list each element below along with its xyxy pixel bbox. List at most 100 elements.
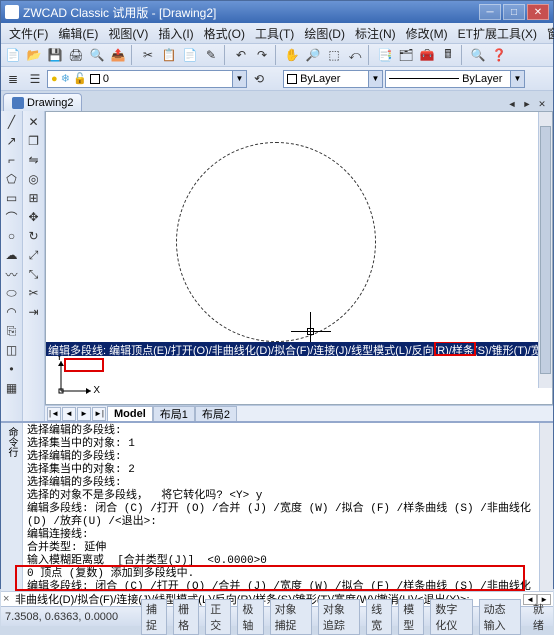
paste-icon[interactable]: 📄	[180, 45, 200, 65]
tab-next2-icon[interactable]: ►	[77, 407, 91, 421]
print-icon[interactable]: 🖨	[66, 45, 86, 65]
copy2-icon[interactable]: ❐	[25, 132, 43, 150]
props-icon[interactable]: 📑	[375, 45, 395, 65]
tab-close-icon[interactable]: ✕	[535, 97, 549, 111]
dc-icon[interactable]: 🗂	[396, 45, 416, 65]
chevron-down-icon[interactable]: ▼	[510, 71, 524, 87]
status-otrack[interactable]: 对象追踪	[318, 599, 360, 635]
tab-prev-icon[interactable]: ◄	[505, 97, 519, 111]
status-polar[interactable]: 极轴	[237, 599, 263, 635]
minimize-button[interactable]: ─	[479, 4, 501, 20]
extend-icon[interactable]: ⇥	[25, 303, 43, 321]
menu-modify[interactable]: 修改(M)	[402, 23, 452, 44]
offset-icon[interactable]: ◎	[25, 170, 43, 188]
command-history[interactable]: 选择编辑的多段线: 选择集当中的对象: 1 选择编辑的多段线: 选择集当中的对象…	[23, 423, 539, 591]
rotate-icon[interactable]: ↻	[25, 227, 43, 245]
layer-mgr-icon[interactable]: ≣	[3, 69, 23, 89]
new-icon[interactable]: 📄	[3, 45, 23, 65]
calc-icon[interactable]: 🖩	[438, 45, 458, 65]
chevron-down-icon[interactable]: ▼	[232, 71, 246, 87]
status-ortho[interactable]: 正交	[205, 599, 231, 635]
tab-next-icon[interactable]: ►	[520, 97, 534, 111]
menu-dim[interactable]: 标注(N)	[351, 23, 400, 44]
erase-icon[interactable]: ✕	[25, 113, 43, 131]
move-icon[interactable]: ✥	[25, 208, 43, 226]
ellipse-icon[interactable]: ⬭	[3, 284, 21, 302]
tab-model[interactable]: Model	[107, 406, 153, 421]
mirror-icon[interactable]: ⇋	[25, 151, 43, 169]
chevron-down-icon[interactable]: ▼	[368, 71, 382, 87]
tab-last-icon[interactable]: ►|	[92, 407, 106, 421]
close-button[interactable]: ✕	[527, 4, 549, 20]
xline-icon[interactable]: ↗	[3, 132, 21, 150]
standard-toolbar: 📄 📂 💾 🖨 🔍 📤 ✂ 📋 📄 ✎ ↶ ↷ ✋ 🔎 ⬚ ⤺ 📑 🗂 🧰 🖩 …	[1, 43, 553, 67]
preview-icon[interactable]: 🔍	[87, 45, 107, 65]
pline-icon[interactable]: ⌐	[3, 151, 21, 169]
title-bar: ZWCAD Classic 试用版 - [Drawing2] ─ □ ✕	[1, 1, 553, 23]
undo-icon[interactable]: ↶	[231, 45, 251, 65]
arc-icon[interactable]: ⌒	[3, 208, 21, 226]
spline-icon[interactable]: 〰	[3, 265, 21, 283]
status-model[interactable]: 模型	[398, 599, 424, 635]
zoom-win-icon[interactable]: ⬚	[324, 45, 344, 65]
help-icon[interactable]: ❓	[489, 45, 509, 65]
menu-tools[interactable]: 工具(T)	[251, 23, 298, 44]
insert-icon[interactable]: ⎘	[3, 322, 21, 340]
menu-insert[interactable]: 插入(I)	[154, 23, 197, 44]
block-icon[interactable]: ◫	[3, 341, 21, 359]
line-icon[interactable]: ╱	[3, 113, 21, 131]
stretch-icon[interactable]: ⤡	[25, 265, 43, 283]
color-combo[interactable]: ByLayer ▼	[283, 70, 383, 88]
layer-state-icon[interactable]: ☰	[25, 69, 45, 89]
menu-file[interactable]: 文件(F)	[5, 23, 52, 44]
rect-icon[interactable]: ▭	[3, 189, 21, 207]
cmd-close-icon[interactable]: ×	[3, 593, 15, 605]
zoom-prev-icon[interactable]: ⤺	[345, 45, 365, 65]
maximize-button[interactable]: □	[503, 4, 525, 20]
status-lwt[interactable]: 线宽	[366, 599, 392, 635]
hatch-icon[interactable]: ▦	[3, 379, 21, 397]
open-icon[interactable]: 📂	[24, 45, 44, 65]
tab-layout2[interactable]: 布局2	[195, 406, 237, 421]
copy-icon[interactable]: 📋	[159, 45, 179, 65]
scale-icon[interactable]: ⤢	[25, 246, 43, 264]
menu-draw[interactable]: 绘图(D)	[300, 23, 349, 44]
array-icon[interactable]: ⊞	[25, 189, 43, 207]
menu-format[interactable]: 格式(O)	[200, 23, 249, 44]
circle-icon[interactable]: ○	[3, 227, 21, 245]
tab-layout1[interactable]: 布局1	[153, 406, 195, 421]
publish-icon[interactable]: 📤	[108, 45, 128, 65]
layer-combo[interactable]: ● ❄ 🔓 0 ▼	[47, 70, 247, 88]
status-osnap[interactable]: 对象捕捉	[270, 599, 312, 635]
linetype-combo[interactable]: ByLayer ▼	[385, 70, 525, 88]
menu-edit[interactable]: 编辑(E)	[54, 23, 102, 44]
match-icon[interactable]: ✎	[201, 45, 221, 65]
menu-window[interactable]: 窗口(W)	[543, 23, 554, 44]
trim-icon[interactable]: ✂	[25, 284, 43, 302]
cut-icon[interactable]: ✂	[138, 45, 158, 65]
menu-et[interactable]: ET扩展工具(X)	[454, 23, 541, 44]
drawing-canvas[interactable]: Y X 编辑多段线: 编辑顶点(E)/打开(O)/非曲线化(D)/拟合(F)/连…	[45, 111, 553, 405]
status-grid[interactable]: 栅格	[173, 599, 199, 635]
status-dyn[interactable]: 动态输入	[479, 599, 521, 635]
ellipsearc-icon[interactable]: ◠	[3, 303, 21, 321]
save-icon[interactable]: 💾	[45, 45, 65, 65]
highlight-box-width	[434, 342, 476, 356]
tab-prev2-icon[interactable]: ◄	[62, 407, 76, 421]
pan-icon[interactable]: ✋	[282, 45, 302, 65]
polygon-icon[interactable]: ⬠	[3, 170, 21, 188]
revcloud-icon[interactable]: ☁	[3, 246, 21, 264]
cmd-scrollbar[interactable]	[539, 423, 553, 591]
doc-tab-drawing2[interactable]: Drawing2	[3, 93, 82, 111]
tab-first-icon[interactable]: |◄	[47, 407, 61, 421]
status-tablet[interactable]: 数字化仪	[430, 599, 472, 635]
redo-icon[interactable]: ↷	[252, 45, 272, 65]
tool-pal-icon[interactable]: 🧰	[417, 45, 437, 65]
menu-view[interactable]: 视图(V)	[104, 23, 152, 44]
zoom-rt-icon[interactable]: 🔎	[303, 45, 323, 65]
find-icon[interactable]: 🔍	[468, 45, 488, 65]
vertical-scrollbar[interactable]	[538, 112, 552, 388]
point-icon[interactable]: •	[3, 360, 21, 378]
layer-prev-icon[interactable]: ⟲	[249, 69, 269, 89]
status-snap[interactable]: 捕捉	[141, 599, 167, 635]
